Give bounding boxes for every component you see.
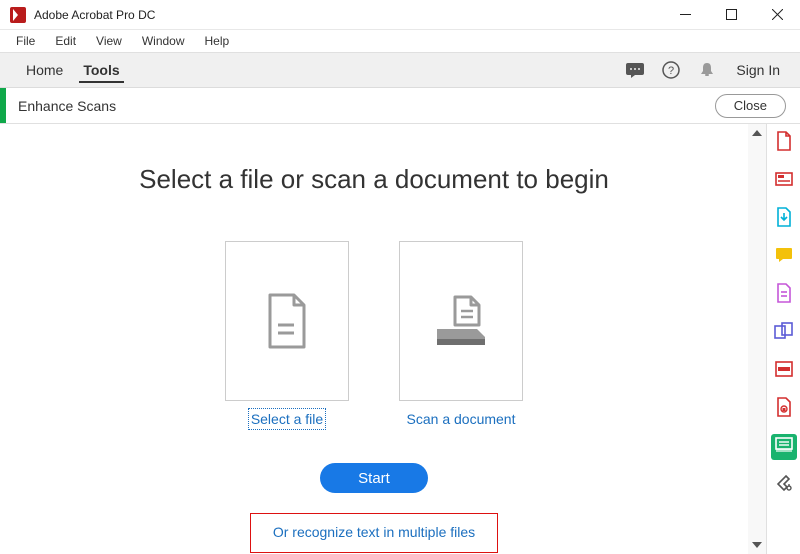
window-titlebar: Adobe Acrobat Pro DC <box>0 0 800 30</box>
more-tools-icon <box>775 474 793 497</box>
redact-icon <box>775 361 793 382</box>
start-button[interactable]: Start <box>320 463 428 493</box>
select-file-label: Select a file <box>251 411 323 427</box>
protect-icon <box>775 397 793 422</box>
speech-bubble-icon <box>625 62 645 78</box>
window-minimize-button[interactable] <box>662 0 708 30</box>
minimize-icon <box>680 9 691 20</box>
menu-edit[interactable]: Edit <box>45 32 86 50</box>
rail-edit-pdf-button[interactable] <box>771 168 797 194</box>
tool-title: Enhance Scans <box>6 98 116 114</box>
tab-home[interactable]: Home <box>16 53 73 87</box>
rail-organize-pages-button[interactable] <box>771 282 797 308</box>
sign-in-button[interactable]: Sign In <box>732 62 784 78</box>
notifications-button[interactable] <box>624 59 646 81</box>
chevron-up-icon <box>752 130 762 136</box>
document-icon <box>264 293 310 349</box>
comment-icon <box>775 247 793 268</box>
menubar: File Edit View Window Help <box>0 30 800 52</box>
scan-document-option[interactable]: Scan a document <box>399 241 523 427</box>
rail-combine-files-button[interactable] <box>771 320 797 346</box>
scanner-icon <box>431 293 491 349</box>
recognize-multiple-link[interactable]: Or recognize text in multiple files <box>273 524 475 540</box>
bell-button[interactable] <box>696 59 718 81</box>
window-title: Adobe Acrobat Pro DC <box>34 8 155 22</box>
menu-file[interactable]: File <box>6 32 45 50</box>
edit-pdf-icon <box>775 170 793 193</box>
window-close-button[interactable] <box>754 0 800 30</box>
rail-protect-button[interactable] <box>771 396 797 422</box>
right-rail <box>766 124 800 554</box>
menu-window[interactable]: Window <box>132 32 195 50</box>
rail-enhance-scans-button[interactable] <box>771 434 797 460</box>
select-file-thumb <box>225 241 349 401</box>
rail-more-tools-button[interactable] <box>771 472 797 498</box>
scroll-up-button[interactable] <box>748 124 766 142</box>
close-tool-button[interactable]: Close <box>715 94 786 118</box>
help-button[interactable]: ? <box>660 59 682 81</box>
close-icon <box>772 9 783 20</box>
scan-document-thumb <box>399 241 523 401</box>
maximize-icon <box>726 9 737 20</box>
scan-document-label: Scan a document <box>407 411 516 427</box>
scroll-down-button[interactable] <box>748 536 766 554</box>
organize-pages-icon <box>775 283 793 308</box>
export-pdf-icon <box>775 207 793 232</box>
chevron-down-icon <box>752 542 762 548</box>
create-pdf-icon <box>775 131 793 156</box>
menu-help[interactable]: Help <box>195 32 240 50</box>
tool-subbar: Enhance Scans Close <box>0 88 800 124</box>
page-headline: Select a file or scan a document to begi… <box>139 164 609 195</box>
rail-redact-button[interactable] <box>771 358 797 384</box>
tab-tools[interactable]: Tools <box>73 53 129 87</box>
main-content: Select a file or scan a document to begi… <box>0 124 748 554</box>
options-row: Select a file Scan a document <box>225 241 523 427</box>
window-maximize-button[interactable] <box>708 0 754 30</box>
combine-files-icon <box>774 322 794 345</box>
help-icon: ? <box>662 61 680 79</box>
select-file-option[interactable]: Select a file <box>225 241 349 427</box>
rail-create-pdf-button[interactable] <box>771 130 797 156</box>
rail-export-pdf-button[interactable] <box>771 206 797 232</box>
bell-icon <box>699 61 715 79</box>
rail-comment-button[interactable] <box>771 244 797 270</box>
main-toolbar: Home Tools ? Sign In <box>0 52 800 88</box>
app-icon <box>10 7 26 23</box>
svg-text:?: ? <box>668 65 674 77</box>
vertical-scrollbar[interactable] <box>748 124 766 554</box>
alt-link-highlight: Or recognize text in multiple files <box>250 513 498 553</box>
enhance-scans-icon <box>775 437 793 458</box>
menu-view[interactable]: View <box>86 32 132 50</box>
